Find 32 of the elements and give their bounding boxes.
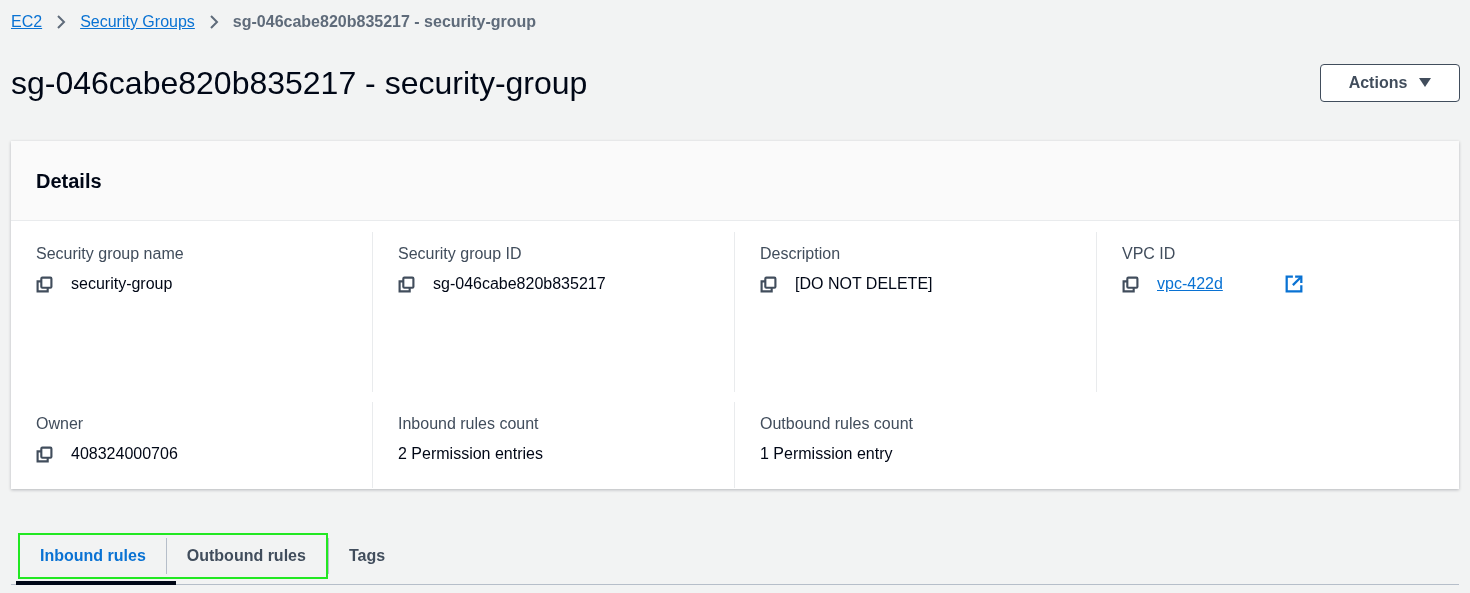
chevron-right-icon [208, 15, 219, 29]
field-label: Security group name [36, 244, 185, 264]
breadcrumb-current: sg-046cabe820b835217 - security-group [232, 12, 537, 32]
external-link-icon[interactable] [1284, 275, 1303, 293]
breadcrumb-link[interactable]: EC2 [11, 10, 43, 34]
field-value: security-group [71, 274, 173, 294]
copy-icon[interactable] [36, 275, 53, 293]
field-label: VPC ID [1122, 244, 1177, 264]
field-label: Owner [36, 414, 85, 434]
breadcrumb-link[interactable]: Security Groups [80, 10, 195, 34]
field-value: 1 Permission entry [760, 444, 893, 464]
copy-icon[interactable] [398, 275, 415, 293]
field-value: 2 Permission entries [398, 444, 543, 464]
tab[interactable]: Inbound rules [18, 532, 166, 579]
field-value: 408324000706 [71, 444, 178, 464]
field-label: Description [760, 244, 842, 264]
field-label: Outbound rules count [760, 414, 914, 434]
copy-icon[interactable] [1122, 275, 1139, 293]
tab[interactable]: Outbound rules [166, 532, 328, 579]
actions-button[interactable]: Actions [1320, 64, 1460, 102]
field-value: sg-046cabe820b835217 [433, 274, 606, 294]
field-value: [DO NOT DELETE] [795, 274, 933, 294]
card-title: Details [36, 168, 102, 194]
field-label: Inbound rules count [398, 414, 540, 434]
chevron-right-icon [56, 15, 67, 29]
copy-icon[interactable] [36, 445, 53, 463]
caret-down-icon [1419, 78, 1432, 88]
page-title: sg-046cabe820b835217 - security-group [11, 64, 588, 103]
vpc-link[interactable]: vpc-422d [1157, 274, 1223, 294]
tab[interactable]: Tags [328, 532, 406, 579]
field-label: Security group ID [398, 244, 523, 264]
copy-icon[interactable] [760, 275, 777, 293]
